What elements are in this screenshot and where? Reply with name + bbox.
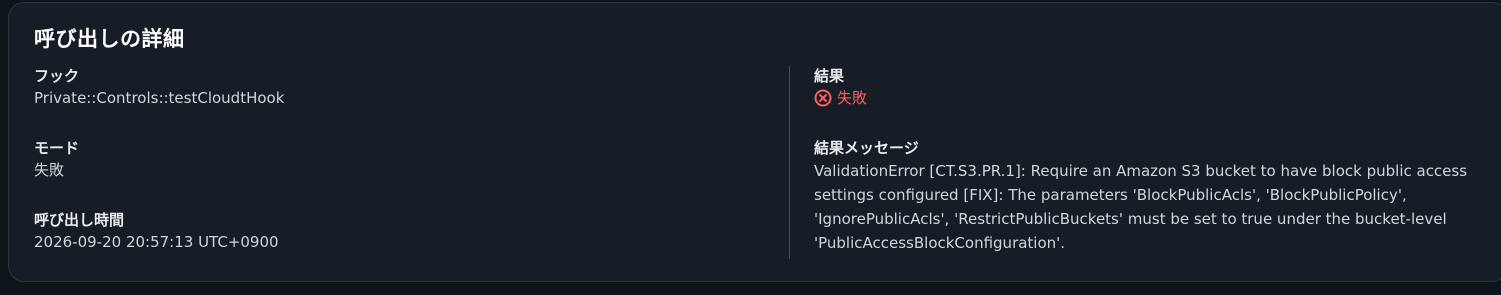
invocation-time-field: 呼び出し時間 2026-09-20 20:57:13 UTC+0900 bbox=[34, 209, 279, 253]
hook-value: Private::Controls::testCloudtHook bbox=[34, 89, 285, 107]
result-field: 結果 失敗 bbox=[814, 65, 867, 109]
invocation-time-value: 2026-09-20 20:57:13 UTC+0900 bbox=[34, 233, 279, 251]
mode-value: 失敗 bbox=[34, 161, 65, 179]
result-message-label: 結果メッセージ bbox=[814, 139, 919, 157]
result-status: 失敗 bbox=[814, 87, 867, 109]
panel-title: 呼び出しの詳細 bbox=[34, 27, 185, 51]
invocation-details-panel: 呼び出しの詳細 フック Private::Controls::testCloud… bbox=[8, 2, 1501, 282]
mode-field: モード 失敗 bbox=[34, 137, 79, 181]
result-value: 失敗 bbox=[837, 89, 868, 107]
error-circle-x-icon bbox=[814, 89, 832, 107]
mode-label: モード bbox=[34, 139, 80, 157]
hook-field: フック Private::Controls::testCloudtHook bbox=[34, 65, 284, 109]
result-message-value: ValidationError [CT.S3.PR.1]: Require an… bbox=[814, 162, 1468, 252]
result-message-field: 結果メッセージ ValidationError [CT.S3.PR.1]: Re… bbox=[814, 137, 1484, 255]
column-divider bbox=[789, 66, 790, 259]
hook-label: フック bbox=[34, 67, 80, 85]
invocation-time-label: 呼び出し時間 bbox=[34, 211, 125, 229]
result-label: 結果 bbox=[814, 67, 845, 85]
